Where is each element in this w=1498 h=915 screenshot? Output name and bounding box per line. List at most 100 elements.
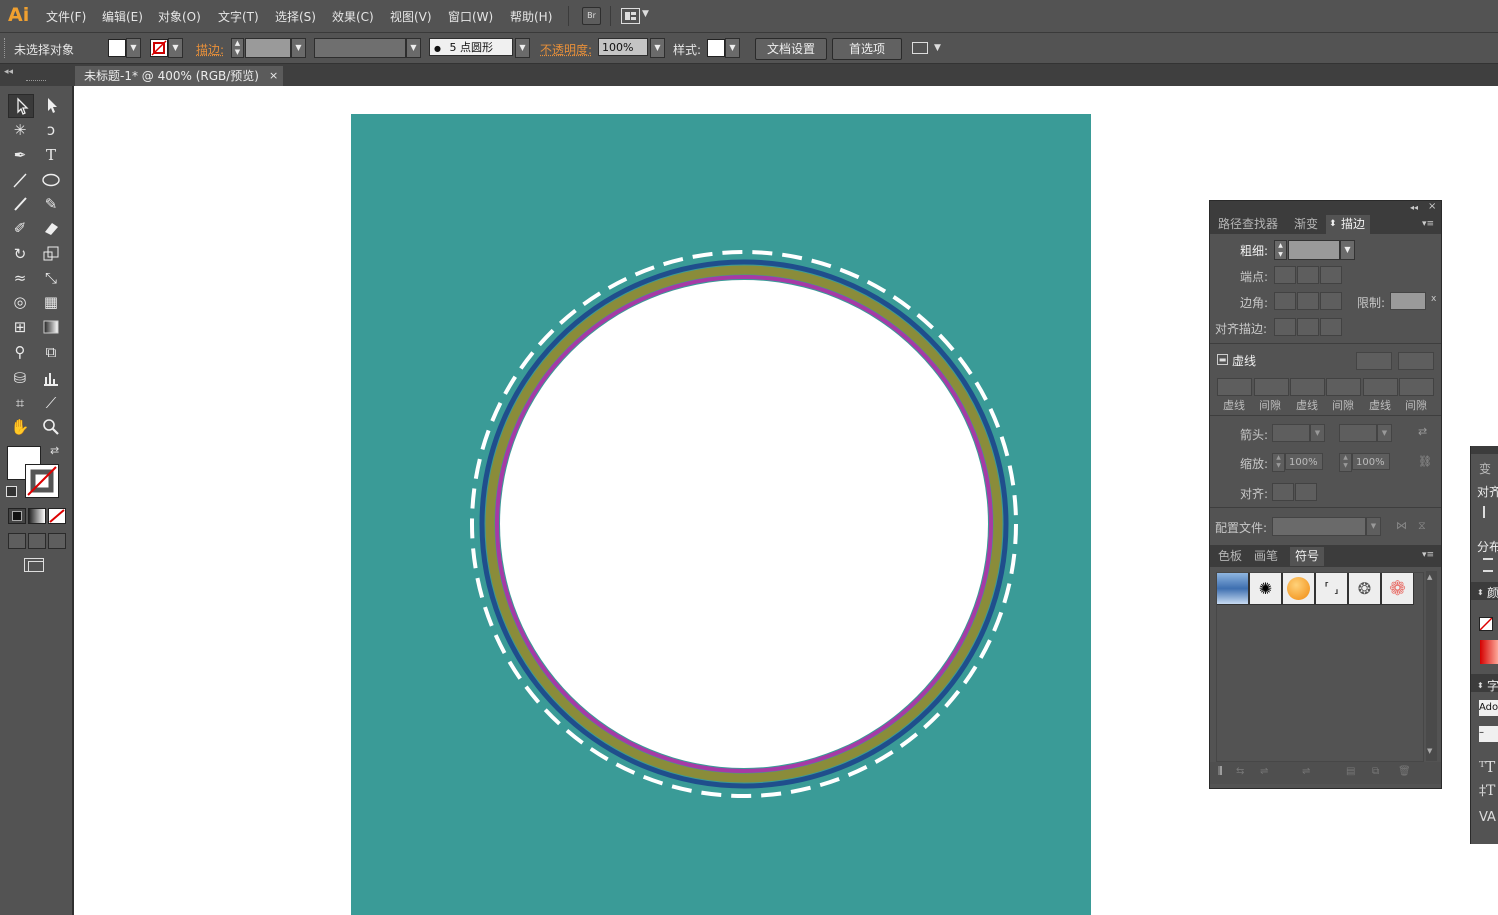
eraser-tool-icon[interactable]	[39, 217, 63, 239]
align-inside-icon[interactable]	[1297, 318, 1319, 336]
symbol-orange-button[interactable]	[1282, 572, 1315, 605]
projecting-cap-icon[interactable]	[1320, 266, 1342, 284]
flip-across-icon[interactable]: ⧖	[1418, 519, 1426, 533]
scrollbar[interactable]: ▲ ▼	[1426, 571, 1437, 761]
toolbox-grip[interactable]	[26, 80, 46, 84]
rotate-tool-icon[interactable]: ↻	[8, 243, 32, 265]
artboard-tool-icon[interactable]: ⌗	[8, 392, 32, 414]
direct-selection-tool-icon[interactable]	[39, 94, 63, 116]
gradient-tool-icon[interactable]	[39, 316, 63, 338]
stroke-weight-dropdown[interactable]: ▼	[291, 38, 306, 58]
document-setup-button[interactable]: 文档设置	[755, 38, 827, 60]
character-panel-tab[interactable]: 字	[1487, 677, 1498, 694]
artboard[interactable]	[351, 114, 1091, 915]
blob-brush-tool-icon[interactable]: ✐	[8, 217, 32, 239]
menu-edit[interactable]: 编辑(E)	[102, 8, 143, 25]
draw-normal-icon[interactable]	[8, 533, 26, 549]
symbol-options-icon[interactable]: ▤	[1346, 766, 1355, 777]
symbol-wreath[interactable]: ❂	[1348, 572, 1381, 605]
align-center-icon[interactable]	[1274, 318, 1296, 336]
preferences-button[interactable]: 首选项	[832, 38, 902, 60]
grip-icon[interactable]	[4, 38, 7, 58]
limit-field[interactable]	[1390, 292, 1426, 310]
stroke-dropdown[interactable]: ▼	[168, 38, 183, 58]
butt-cap-icon[interactable]	[1274, 266, 1296, 284]
profile-dropdown[interactable]: ▼	[1366, 517, 1381, 536]
default-colors-icon[interactable]	[6, 486, 17, 497]
weight-stepper[interactable]: ▲ ▼	[1274, 240, 1287, 260]
brush-definition-field[interactable]: ● 5 点圆形	[429, 38, 513, 56]
replace-symbol-icon[interactable]: ⇌	[1302, 766, 1310, 777]
close-icon[interactable]: ×	[269, 66, 278, 86]
tab-gradient[interactable]: 渐变	[1289, 215, 1323, 234]
ring-artwork[interactable]	[351, 114, 1091, 915]
flip-along-icon[interactable]: ⋈	[1396, 519, 1407, 532]
new-symbol-icon[interactable]: ⧉	[1372, 766, 1379, 777]
none-mode-icon[interactable]	[48, 508, 66, 524]
end-arrow-select[interactable]	[1339, 424, 1377, 442]
tab-stroke[interactable]: ⬍ 描边	[1326, 215, 1371, 234]
fill-swatch[interactable]	[108, 39, 126, 57]
menu-select[interactable]: 选择(S)	[275, 8, 316, 25]
round-cap-icon[interactable]	[1297, 266, 1319, 284]
tab-pathfinder[interactable]: 路径查找器	[1213, 215, 1283, 234]
menu-type[interactable]: 文字(T)	[218, 8, 259, 25]
type-tool-icon[interactable]: T	[39, 144, 63, 166]
dashed-line-checkbox[interactable]: ▬	[1217, 354, 1228, 365]
start-arrow-select[interactable]	[1272, 424, 1310, 442]
style-dropdown[interactable]: ▼	[725, 38, 740, 58]
warp-tool-icon[interactable]: ≈	[8, 267, 32, 289]
round-join-icon[interactable]	[1297, 292, 1319, 310]
hand-tool-icon[interactable]: ✋	[8, 416, 32, 438]
collapse-toolbox-icon[interactable]: ◂◂	[4, 67, 13, 77]
end-scale-stepper[interactable]: ▲ ▼	[1339, 453, 1352, 472]
perspective-grid-tool-icon[interactable]: ▦	[39, 291, 63, 313]
dash-field-2[interactable]	[1290, 378, 1325, 396]
bevel-join-icon[interactable]	[1320, 292, 1342, 310]
selection-tool-icon[interactable]	[8, 94, 34, 118]
place-symbol-icon[interactable]: ⇆	[1236, 766, 1244, 777]
pen-tool-icon[interactable]: ✒	[8, 144, 32, 166]
fill-dropdown[interactable]: ▼	[126, 38, 141, 58]
symbol-sprayer-tool-icon[interactable]: ⛁	[8, 367, 32, 389]
end-scale-field[interactable]: 100%	[1352, 453, 1390, 470]
symbol-blue-banner[interactable]	[1216, 572, 1249, 605]
menu-help[interactable]: 帮助(H)	[510, 8, 552, 25]
scale-tool-icon[interactable]	[39, 243, 63, 265]
draw-inside-icon[interactable]	[48, 533, 66, 549]
close-icon[interactable]: ×	[1428, 201, 1436, 212]
arrange-icon[interactable]	[912, 42, 928, 54]
stroke-swatch[interactable]	[150, 39, 168, 57]
stroke-color-box[interactable]	[25, 464, 59, 498]
profile-dropdown[interactable]: ▼	[406, 38, 421, 58]
gap-field-3[interactable]	[1399, 378, 1434, 396]
color-mode-icon[interactable]	[8, 508, 26, 524]
line-tool-icon[interactable]	[8, 169, 32, 191]
arrow-place-icon[interactable]	[1295, 483, 1317, 501]
ellipse-tool-icon[interactable]	[39, 169, 63, 191]
collapse-panel-icon[interactable]: ◂◂	[1410, 203, 1418, 212]
distribute-icon[interactable]	[1483, 558, 1493, 572]
profile-select[interactable]	[1272, 517, 1366, 536]
color-spectrum[interactable]	[1480, 640, 1498, 664]
style-swatch[interactable]	[707, 39, 725, 57]
gap-field-1[interactable]	[1254, 378, 1289, 396]
symbol-grunge-frame[interactable]: ⸢ ⸥	[1315, 572, 1348, 605]
break-link-icon[interactable]: ⇌	[1260, 766, 1268, 777]
menu-file[interactable]: 文件(F)	[46, 8, 86, 25]
free-transform-tool-icon[interactable]: ⤡	[39, 267, 63, 289]
weight-dropdown[interactable]: ▼	[1340, 240, 1355, 260]
transform-tab[interactable]: 变	[1479, 460, 1491, 477]
start-scale-field[interactable]: 100%	[1285, 453, 1323, 470]
start-arrow-dropdown[interactable]: ▼	[1310, 424, 1325, 442]
end-arrow-dropdown[interactable]: ▼	[1377, 424, 1392, 442]
start-scale-stepper[interactable]: ▲ ▼	[1272, 453, 1285, 472]
arrange-documents-icon[interactable]	[621, 8, 640, 24]
symbol-libraries-icon[interactable]: ⫼	[1218, 766, 1223, 777]
mesh-tool-icon[interactable]: ⊞	[8, 316, 32, 338]
draw-behind-icon[interactable]	[28, 533, 46, 549]
weight-field[interactable]	[1288, 240, 1340, 260]
preserve-dash-icon[interactable]	[1356, 352, 1392, 370]
paintbrush-tool-icon[interactable]	[8, 193, 32, 215]
color-none-icon[interactable]	[1479, 617, 1493, 631]
